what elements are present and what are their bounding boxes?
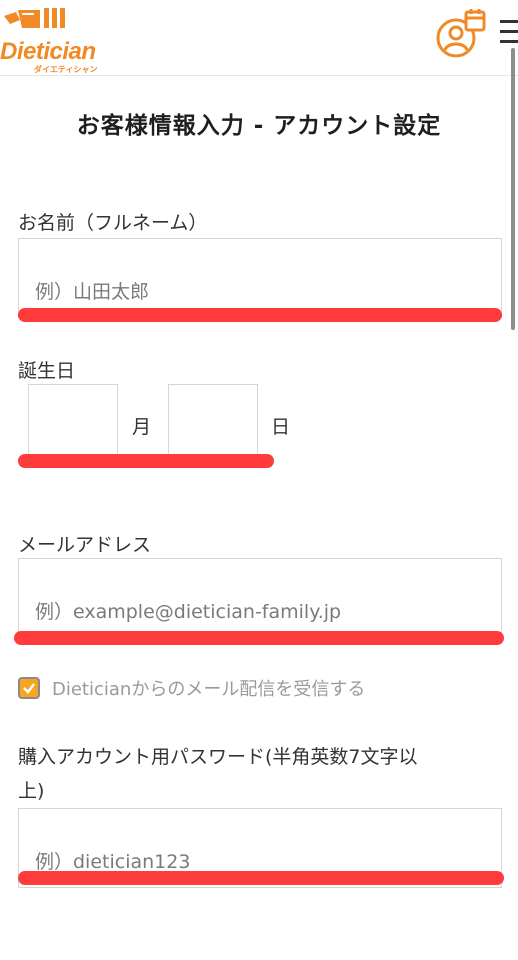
highlight-underline — [18, 454, 274, 468]
account-button[interactable] — [432, 6, 490, 64]
name-input[interactable] — [18, 238, 502, 318]
birth-day-input[interactable] — [168, 384, 258, 456]
logo-text: Dietician — [0, 38, 96, 65]
newsletter-label[interactable]: Dieticianからのメール配信を受信する — [52, 675, 365, 701]
checkmark-icon — [23, 683, 35, 694]
birth-month-input[interactable] — [28, 384, 118, 456]
menu-bar — [500, 20, 518, 23]
highlight-underline — [18, 308, 502, 322]
hamburger-menu-button[interactable] — [500, 18, 518, 46]
month-unit-label: 月 — [132, 416, 152, 438]
highlight-underline — [18, 871, 504, 885]
logo-mark-icon — [4, 8, 65, 28]
page-title: お客様情報入力 - アカウント設定 — [76, 113, 442, 139]
birthday-label: 誕生日 — [18, 360, 76, 382]
dietician-logo[interactable]: Dietician ダイエティシャン — [0, 2, 100, 74]
newsletter-checkbox[interactable] — [18, 677, 40, 699]
logo-subtext: ダイエティシャン — [34, 65, 98, 74]
day-unit-label: 日 — [271, 416, 291, 438]
password-label-line1: 購入アカウント用パスワード(半角英数7文字以 — [18, 746, 418, 768]
name-label: お名前（フルネーム） — [18, 212, 208, 234]
password-label-line2: 上) — [18, 780, 45, 802]
menu-bar — [500, 30, 518, 33]
site-header: Dietician ダイエティシャン — [0, 0, 518, 76]
user-calendar-icon — [436, 9, 486, 58]
highlight-underline — [14, 631, 504, 645]
email-label: メールアドレス — [18, 534, 152, 556]
email-input[interactable] — [18, 558, 502, 638]
scrollbar[interactable] — [511, 48, 515, 330]
password-label: 購入アカウント用パスワード(半角英数7文字以 上) — [18, 740, 498, 808]
account-settings-page: Dietician ダイエティシャン お客様情報入力 - アカウント設定 お名前… — [0, 0, 518, 960]
menu-bar — [500, 40, 518, 43]
